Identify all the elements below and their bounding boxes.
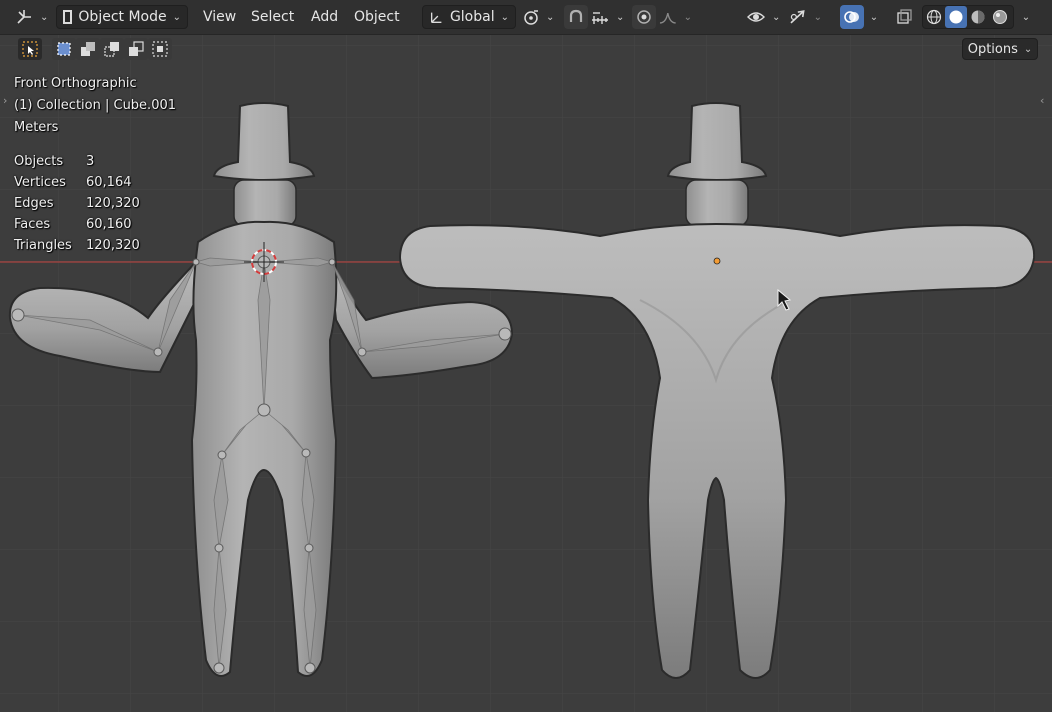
blender-window: › ‹ ⌄ Object Mode ⌄ View Select Add Obje…	[0, 0, 1052, 712]
view-name: Front Orthographic	[14, 76, 137, 91]
stat-value: 3	[86, 154, 95, 169]
snap-increment-icon	[592, 12, 608, 24]
viewport-header: ⌄ Object Mode ⌄ View Select Add Object G…	[0, 0, 1052, 35]
select-mode-new[interactable]	[52, 38, 76, 60]
stat-label: Vertices	[14, 175, 66, 190]
stat-row: Objects 3	[14, 154, 176, 175]
axes-editor-icon	[17, 10, 31, 24]
sidebar-toggle-icon[interactable]: ‹	[1040, 94, 1044, 107]
mode-dropdown[interactable]: Object Mode ⌄	[56, 5, 188, 29]
select-mode-invert[interactable]	[124, 38, 148, 60]
stat-label: Edges	[14, 196, 54, 211]
pivot-point-icon	[524, 10, 538, 25]
toolbar-toggle-icon[interactable]: ›	[3, 94, 7, 107]
overlays-icon	[844, 11, 859, 23]
editor-type-button[interactable]: ⌄	[14, 5, 48, 29]
overlays-dropdown[interactable]: ⌄	[864, 5, 884, 29]
select-extend-icon	[81, 42, 95, 56]
units-label: Meters	[14, 120, 59, 135]
falloff-button[interactable]: ⌄	[658, 5, 692, 29]
scene-statistics: Objects 3 Vertices 60,164 Edges 120,320 Fac…	[14, 154, 176, 259]
stat-row: Faces 60,160	[14, 217, 176, 238]
gizmo-icon	[790, 10, 805, 24]
tool-settings-row	[0, 35, 1052, 65]
object-cube-icon	[63, 10, 73, 24]
stat-row: Vertices 60,164	[14, 175, 176, 196]
solid-shading-icon[interactable]	[945, 6, 967, 28]
magnet-icon	[569, 9, 583, 22]
snap-toggle[interactable]	[564, 5, 588, 29]
options-label: Options	[967, 41, 1018, 57]
stat-value: 120,320	[86, 238, 140, 253]
select-mode-subtract[interactable]	[100, 38, 124, 60]
menu-select[interactable]: Select	[245, 5, 300, 29]
falloff-curve-icon	[659, 12, 676, 24]
stat-value: 60,164	[86, 175, 132, 190]
gizmo-button[interactable]: ⌄	[788, 5, 822, 29]
shading-dropdown[interactable]: ⌄	[1016, 5, 1036, 29]
stat-label: Triangles	[14, 238, 72, 253]
eye-icon	[747, 12, 765, 22]
stat-row: Triangles 120,320	[14, 238, 176, 259]
select-intersect-icon	[152, 41, 168, 57]
menu-add[interactable]: Add	[305, 5, 344, 29]
stat-value: 120,320	[86, 196, 140, 211]
select-invert-icon	[129, 41, 144, 56]
select-mode-extend[interactable]	[76, 38, 100, 60]
xray-icon	[897, 9, 912, 24]
menu-view[interactable]: View	[197, 5, 242, 29]
orientation-axes-icon	[430, 12, 442, 23]
wireframe-shading-icon[interactable]	[923, 6, 945, 28]
shading-modes	[922, 5, 1014, 29]
object-origin-dot	[713, 257, 721, 265]
viewport-info-overlay: Front Orthographic (1) Collection | Cube…	[14, 76, 176, 259]
collection-info: (1) Collection | Cube.001	[14, 98, 177, 113]
visibility-button[interactable]: ⌄	[746, 5, 782, 29]
xray-toggle[interactable]	[892, 5, 916, 29]
stat-value: 60,160	[86, 217, 132, 232]
rendered-shading-icon[interactable]	[989, 6, 1011, 28]
material-shading-icon[interactable]	[967, 6, 989, 28]
menu-object[interactable]: Object	[348, 5, 406, 29]
proportional-edit-icon	[637, 10, 651, 24]
select-subtract-icon	[104, 42, 119, 57]
select-mode-intersect[interactable]	[148, 38, 172, 60]
orientation-label: Global	[449, 9, 495, 25]
mode-label: Object Mode	[78, 9, 167, 25]
overlays-toggle[interactable]	[840, 5, 864, 29]
proportional-edit-toggle[interactable]	[632, 5, 656, 29]
snap-target-button[interactable]: ⌄	[590, 5, 626, 29]
select-new-icon	[57, 42, 71, 56]
options-dropdown[interactable]: Options ⌄	[962, 38, 1038, 60]
stat-label: Objects	[14, 154, 64, 169]
select-tool-button[interactable]	[18, 38, 42, 60]
select-box-cursor-icon	[22, 41, 38, 57]
transform-orientation-dropdown[interactable]: Global ⌄	[422, 5, 516, 29]
pivot-point-button[interactable]: ⌄	[522, 5, 558, 29]
stat-row: Edges 120,320	[14, 196, 176, 217]
stat-label: Faces	[14, 217, 51, 232]
